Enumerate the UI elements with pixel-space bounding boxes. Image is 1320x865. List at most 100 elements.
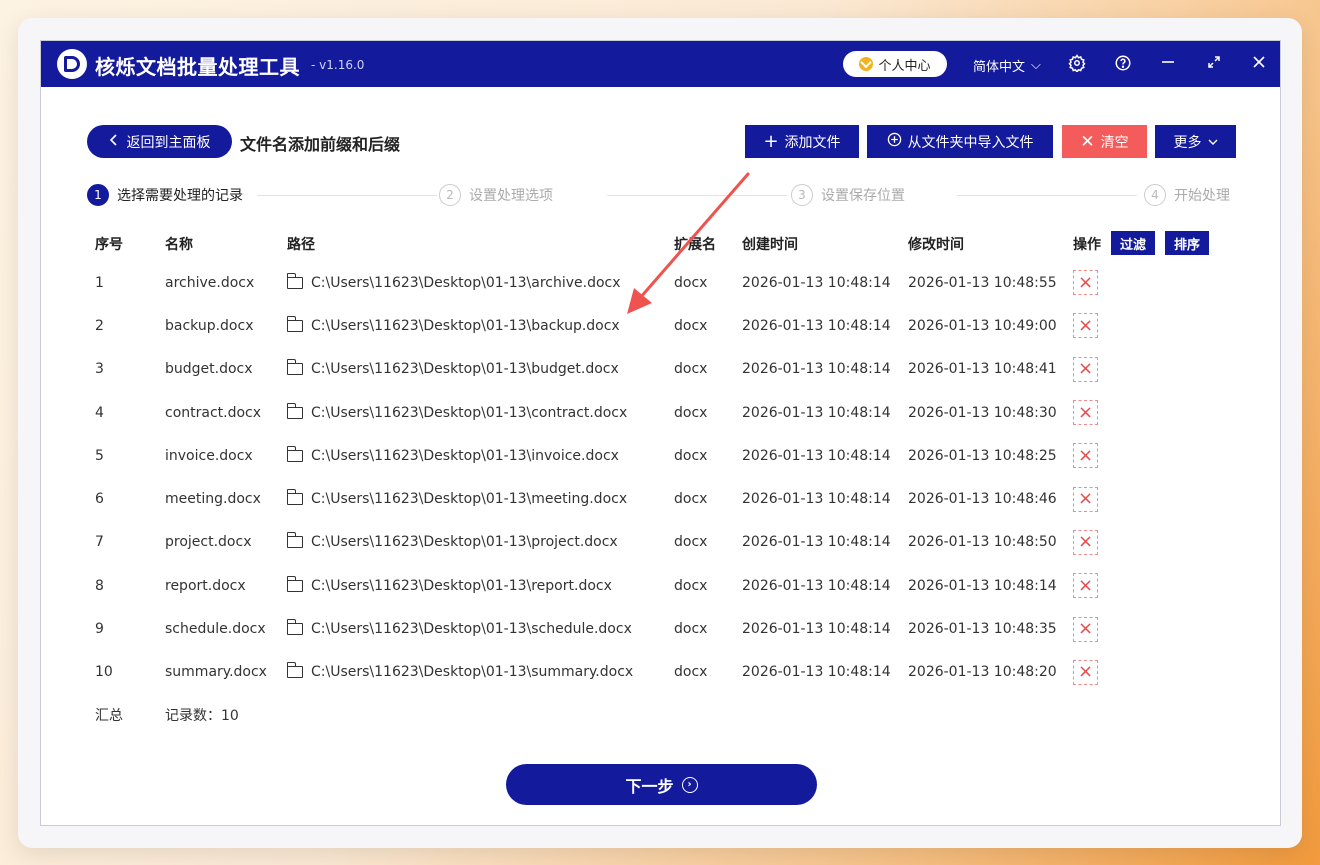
- delete-row-button[interactable]: ×: [1073, 616, 1098, 642]
- chevron-down-icon: ⌵: [1031, 58, 1041, 73]
- maximize-icon[interactable]: [1204, 54, 1224, 74]
- folder-icon: [286, 445, 303, 462]
- col-header-no: 序号: [95, 237, 123, 253]
- page-title: 文件名添加前缀和后缀: [240, 135, 401, 154]
- path-text: C:\Users\11623\Desktop\01-13\schedule.do…: [311, 621, 632, 638]
- cell-no: 5: [95, 447, 104, 464]
- cell-ext: docx: [674, 317, 708, 334]
- cell-path[interactable]: C:\Users\11623\Desktop\01-13\backup.docx: [286, 315, 620, 334]
- back-label: 返回到主面板: [126, 134, 211, 151]
- cell-ext: docx: [674, 664, 708, 681]
- main-content: 返回到主面板 文件名添加前缀和后缀 + 添加文件 从文件夹中导入文件 ✕ 清空 …: [41, 87, 1280, 825]
- cell-path[interactable]: C:\Users\11623\Desktop\01-13\summary.doc…: [286, 662, 633, 680]
- next-step-button[interactable]: 下一步 ›: [506, 764, 817, 805]
- language-selector[interactable]: 简体中文 ⌵: [973, 56, 1041, 75]
- cell-ext: docx: [674, 621, 708, 638]
- help-icon[interactable]: [1113, 54, 1133, 74]
- cell-name: summary.docx: [165, 664, 267, 681]
- col-header-op: 操作: [1073, 237, 1101, 253]
- delete-row-button[interactable]: ×: [1073, 573, 1098, 599]
- cell-path[interactable]: C:\Users\11623\Desktop\01-13\report.docx: [286, 575, 612, 594]
- cell-created: 2026-01-13 10:48:14: [742, 274, 891, 291]
- close-icon[interactable]: [1249, 54, 1269, 74]
- cell-created: 2026-01-13 10:48:14: [742, 491, 891, 508]
- table-row: 4 contract.docx C:\Users\11623\Desktop\0…: [87, 391, 1237, 434]
- table-row: 10 summary.docx C:\Users\11623\Desktop\0…: [87, 651, 1237, 694]
- add-file-button[interactable]: + 添加文件: [745, 125, 859, 158]
- cell-created: 2026-01-13 10:48:14: [742, 621, 891, 638]
- step-number: 2: [439, 184, 461, 206]
- app-version: - v1.16.0: [311, 58, 365, 72]
- cell-no: 1: [95, 274, 104, 291]
- cell-created: 2026-01-13 10:48:14: [742, 317, 891, 334]
- delete-row-button[interactable]: ×: [1073, 400, 1098, 426]
- col-header-path: 路径: [287, 237, 315, 253]
- step-indicator: 1 选择需要处理的记录 2 设置处理选项 3 设置保存位置 4 开始处理: [87, 184, 1237, 208]
- cell-modified: 2026-01-13 10:48:46: [908, 491, 1057, 508]
- cell-no: 10: [95, 664, 113, 681]
- table-header: 序号 名称 路径 扩展名 创建时间 修改时间 操作 过滤 排序: [87, 227, 1237, 261]
- record-count: 记录数：10: [165, 707, 239, 724]
- cell-no: 9: [95, 621, 104, 638]
- col-header-created: 创建时间: [742, 237, 798, 253]
- folder-icon: [286, 575, 303, 592]
- cell-path[interactable]: C:\Users\11623\Desktop\01-13\contract.do…: [286, 402, 627, 421]
- cell-modified: 2026-01-13 10:48:14: [908, 577, 1057, 594]
- cell-path[interactable]: C:\Users\11623\Desktop\01-13\invoice.doc…: [286, 445, 619, 464]
- cell-created: 2026-01-13 10:48:14: [742, 534, 891, 551]
- back-to-dashboard-button[interactable]: 返回到主面板: [87, 125, 232, 158]
- folder-icon: [286, 272, 303, 289]
- step-connector: [607, 195, 787, 196]
- path-text: C:\Users\11623\Desktop\01-13\meeting.doc…: [311, 491, 628, 508]
- col-header-ext: 扩展名: [674, 237, 716, 253]
- cell-modified: 2026-01-13 10:49:00: [908, 317, 1057, 334]
- plus-icon: +: [763, 131, 779, 152]
- folder-icon: [286, 662, 303, 679]
- delete-row-button[interactable]: ×: [1073, 529, 1098, 555]
- more-button[interactable]: 更多: [1155, 125, 1236, 158]
- vip-icon: [859, 57, 874, 71]
- delete-row-button[interactable]: ×: [1073, 486, 1098, 512]
- table-row: 8 report.docx C:\Users\11623\Desktop\01-…: [87, 564, 1237, 607]
- arrow-right-circle-icon: ›: [681, 776, 698, 793]
- cell-no: 7: [95, 534, 104, 551]
- user-center-button[interactable]: 个人中心: [843, 51, 947, 77]
- path-text: C:\Users\11623\Desktop\01-13\archive.doc…: [311, 274, 621, 291]
- cell-name: schedule.docx: [165, 621, 266, 638]
- file-table: 序号 名称 路径 扩展名 创建时间 修改时间 操作 过滤 排序 1 archiv…: [87, 227, 1237, 736]
- filter-button[interactable]: 过滤: [1111, 231, 1155, 255]
- cell-path[interactable]: C:\Users\11623\Desktop\01-13\project.doc…: [286, 532, 618, 550]
- delete-row-button[interactable]: ×: [1073, 659, 1098, 685]
- path-text: C:\Users\11623\Desktop\01-13\backup.docx: [311, 317, 620, 334]
- cell-path[interactable]: C:\Users\11623\Desktop\01-13\schedule.do…: [286, 619, 632, 638]
- cell-path[interactable]: C:\Users\11623\Desktop\01-13\budget.docx: [286, 359, 619, 377]
- table-row: 7 project.docx C:\Users\11623\Desktop\01…: [87, 521, 1237, 564]
- summary-label: 汇总: [95, 707, 123, 724]
- plus-circle-icon: [887, 132, 902, 151]
- app-title: 核烁文档批量处理工具: [95, 55, 300, 79]
- minimize-icon[interactable]: [1158, 54, 1178, 74]
- next-label: 下一步: [625, 776, 674, 796]
- settings-gear-icon[interactable]: [1067, 54, 1087, 74]
- cell-created: 2026-01-13 10:48:14: [742, 404, 891, 421]
- col-header-modified: 修改时间: [908, 237, 964, 253]
- delete-row-button[interactable]: ×: [1073, 356, 1098, 382]
- delete-row-button[interactable]: ×: [1073, 313, 1098, 339]
- delete-row-button[interactable]: ×: [1073, 270, 1098, 296]
- cell-modified: 2026-01-13 10:48:50: [908, 534, 1057, 551]
- import-from-folder-button[interactable]: 从文件夹中导入文件: [867, 125, 1053, 158]
- cell-ext: docx: [674, 447, 708, 464]
- cell-created: 2026-01-13 10:48:14: [742, 577, 891, 594]
- cell-path[interactable]: C:\Users\11623\Desktop\01-13\meeting.doc…: [286, 489, 628, 508]
- cell-modified: 2026-01-13 10:48:41: [908, 361, 1057, 378]
- sort-button[interactable]: 排序: [1165, 231, 1209, 255]
- cell-name: archive.docx: [165, 274, 255, 291]
- cell-created: 2026-01-13 10:48:14: [742, 361, 891, 378]
- step-2: 2 设置处理选项: [439, 184, 559, 206]
- cell-name: project.docx: [165, 534, 252, 551]
- cell-path[interactable]: C:\Users\11623\Desktop\01-13\archive.doc…: [286, 272, 621, 291]
- delete-row-button[interactable]: ×: [1073, 443, 1098, 469]
- more-label: 更多: [1173, 134, 1202, 151]
- clear-button[interactable]: ✕ 清空: [1062, 125, 1147, 158]
- folder-icon: [286, 489, 303, 506]
